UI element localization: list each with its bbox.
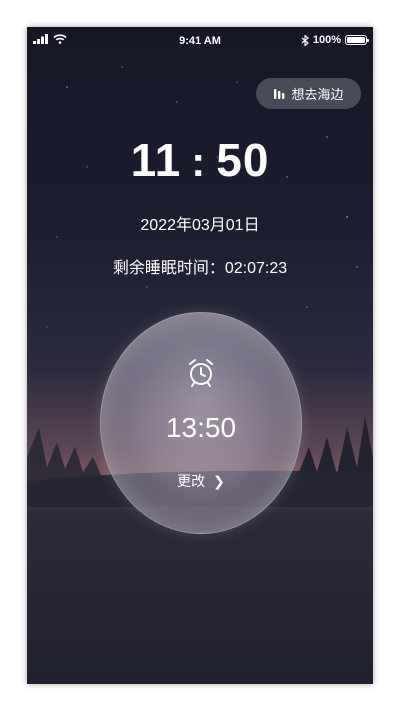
sleep-sound-button[interactable]: 想去海边 <box>256 78 361 109</box>
battery-percent: 100% <box>312 34 341 46</box>
sound-bars-icon <box>274 88 285 99</box>
sleep-sound-label: 想去海边 <box>291 87 344 102</box>
clock-hours: 11 <box>130 134 182 186</box>
alarm-time: 13:50 <box>165 412 237 443</box>
alarm-clock-icon <box>189 359 213 387</box>
status-bar: 9:41 AM 100% <box>27 27 373 53</box>
alarm-screen: 9:41 AM 100% 想去海边 11:50 2022年03月01日 剩余睡眠… <box>27 27 373 684</box>
change-alarm-button[interactable]: 更改 ❯ <box>101 471 301 491</box>
remaining-sleep-time: 剩余睡眠时间：02:07:23 <box>112 260 288 277</box>
current-clock: 11:50 <box>27 133 373 187</box>
status-right: 100% <box>301 34 369 46</box>
clock-separator: : <box>191 138 207 185</box>
change-alarm-label: 更改 <box>177 473 206 489</box>
current-date: 2022年03月01日 <box>140 217 260 234</box>
chevron-right-icon: ❯ <box>213 473 225 489</box>
clock-minutes: 50 <box>216 134 270 186</box>
bluetooth-icon <box>301 34 309 46</box>
battery-icon <box>345 35 369 45</box>
alarm-orb[interactable]: 13:50 更改 ❯ <box>100 312 302 534</box>
